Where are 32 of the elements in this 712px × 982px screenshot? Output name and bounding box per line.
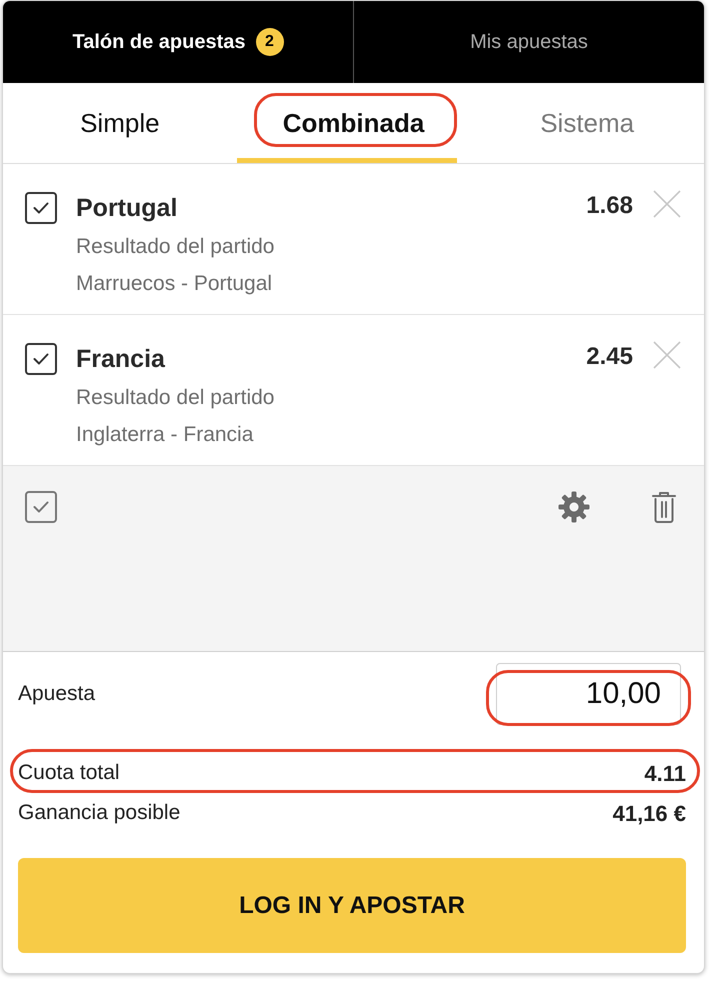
trash-icon — [652, 491, 676, 523]
check-icon — [33, 202, 49, 214]
bet-type-tab[interactable]: Combinada — [236, 83, 470, 163]
login-bet-button[interactable]: LOG IN Y APOSTAR — [18, 858, 686, 953]
checkbox[interactable] — [25, 343, 57, 375]
market-name: Resultado del partido — [76, 385, 276, 411]
count-badge: 2 — [256, 28, 284, 56]
odds-value: 1.68 — [586, 191, 633, 221]
summary-value: 4.11 — [644, 760, 686, 788]
checkbox[interactable] — [25, 192, 57, 224]
event-name: Inglaterra - Francia — [76, 422, 254, 448]
close-icon — [653, 190, 681, 218]
checkbox[interactable] — [25, 491, 57, 523]
odds-value: 2.45 — [586, 342, 633, 372]
summary-label: Ganancia posible — [18, 800, 180, 826]
summary-value: 41,16 € — [612, 800, 686, 828]
delete-button[interactable] — [652, 491, 676, 523]
bet-type-tab[interactable]: Simple — [3, 83, 237, 163]
settings-button[interactable] — [558, 491, 590, 523]
summary-label: Cuota total — [18, 760, 120, 786]
check-icon — [33, 501, 49, 513]
close-icon — [653, 341, 681, 369]
market-name: Resultado del partido — [76, 234, 276, 260]
check-icon — [33, 353, 49, 365]
selection-name: Francia — [76, 344, 166, 375]
stake-input[interactable]: 10,00 — [496, 663, 681, 725]
settings-icon — [558, 491, 590, 523]
header-tab[interactable]: Mis apuestas — [353, 1, 704, 83]
stake-label: Apuesta — [18, 681, 96, 708]
event-name: Marruecos - Portugal — [76, 271, 274, 297]
header-tab[interactable]: Talón de apuestas 2 — [3, 1, 353, 83]
selection-name: Portugal — [76, 193, 178, 224]
